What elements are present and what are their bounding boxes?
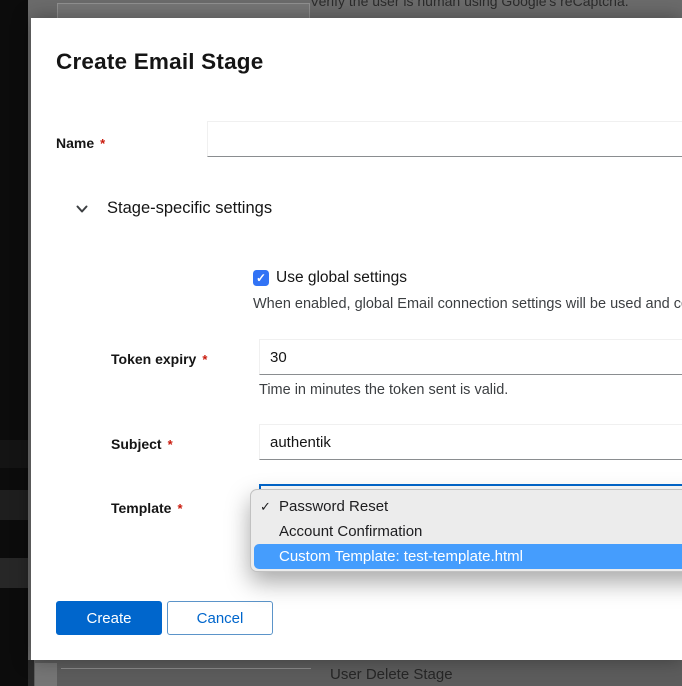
subject-label-text: Subject xyxy=(111,436,162,452)
use-global-settings-label[interactable]: Use global settings xyxy=(276,269,407,287)
use-global-settings-help: When enabled, global Email connection se… xyxy=(253,296,682,312)
selected-check-icon: ✓ xyxy=(260,494,276,519)
background-table-cell xyxy=(57,3,310,18)
token-expiry-label: Token expiry * xyxy=(111,351,207,367)
dropdown-option-account-confirmation[interactable]: Account Confirmation xyxy=(251,519,682,544)
template-label: Template * xyxy=(111,500,183,516)
cancel-button[interactable]: Cancel xyxy=(167,601,273,635)
background-description-text: Verify the user is human using Google's … xyxy=(310,0,629,9)
use-global-settings-checkbox[interactable]: ✓ xyxy=(253,270,269,286)
chevron-down-icon xyxy=(75,202,89,216)
required-asterisk: * xyxy=(100,136,105,151)
subject-input[interactable] xyxy=(259,424,682,460)
app-sidebar xyxy=(0,0,28,686)
background-row-label: User Delete Stage xyxy=(330,666,453,683)
dropdown-option-password-reset[interactable]: ✓ Password Reset xyxy=(251,494,682,519)
template-label-text: Template xyxy=(111,500,171,516)
sidebar-item-shadow xyxy=(0,440,28,468)
token-expiry-input[interactable] xyxy=(259,339,682,375)
option-label: Account Confirmation xyxy=(279,523,422,540)
required-asterisk: * xyxy=(168,437,173,452)
stage-specific-settings-toggle[interactable]: Stage-specific settings xyxy=(75,199,272,218)
name-input[interactable] xyxy=(207,121,682,157)
background-row-border xyxy=(61,668,311,669)
token-expiry-label-text: Token expiry xyxy=(111,351,196,367)
section-header-label: Stage-specific settings xyxy=(107,199,272,218)
subject-label: Subject * xyxy=(111,436,173,452)
dropdown-option-custom-template[interactable]: Custom Template: test-template.html xyxy=(254,544,682,569)
check-icon: ✓ xyxy=(256,271,266,285)
sidebar-item-shadow xyxy=(0,558,28,588)
create-email-stage-modal: Create Email Stage Name * Stage-specific … xyxy=(31,18,682,660)
required-asterisk: * xyxy=(202,352,207,367)
background-divider xyxy=(28,660,34,686)
name-label-text: Name xyxy=(56,135,94,151)
modal-title: Create Email Stage xyxy=(56,49,263,75)
background-checkbox-cell xyxy=(35,663,57,686)
create-button[interactable]: Create xyxy=(56,601,162,635)
sidebar-item-shadow xyxy=(0,490,28,520)
name-label: Name * xyxy=(56,135,105,151)
template-dropdown-popup: ✓ Password Reset Account Confirmation Cu… xyxy=(250,489,682,572)
modal-backdrop-top: Verify the user is human using Google's … xyxy=(28,0,682,18)
app-screen: Verify the user is human using Google's … xyxy=(0,0,682,686)
token-expiry-help: Time in minutes the token sent is valid. xyxy=(259,382,508,398)
modal-backdrop-bottom: User Delete Stage xyxy=(28,660,682,686)
option-label: Password Reset xyxy=(279,498,388,515)
required-asterisk: * xyxy=(177,501,182,516)
option-label: Custom Template: test-template.html xyxy=(279,548,523,565)
